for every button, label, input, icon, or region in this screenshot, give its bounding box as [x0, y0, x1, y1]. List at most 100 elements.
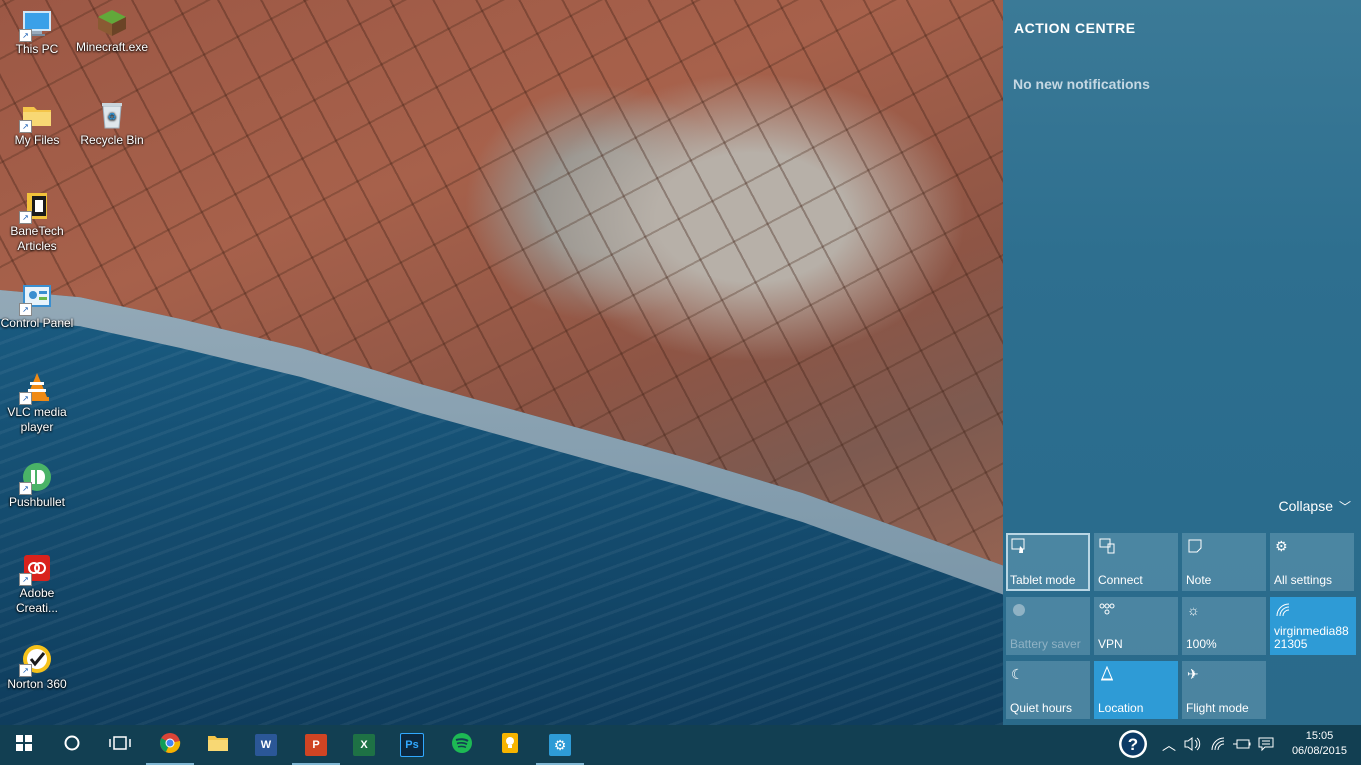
tile-location[interactable]: Location — [1094, 661, 1178, 719]
tile-brightness[interactable]: ☼ 100% — [1182, 597, 1266, 655]
battery-saver-icon — [1011, 602, 1027, 621]
tile-all-settings[interactable]: ⚙ All settings — [1270, 533, 1354, 591]
taskbar-app-word[interactable]: W — [242, 725, 290, 765]
windows-icon — [15, 734, 33, 757]
desktop-icon-vlc[interactable]: ↗ VLC media player — [0, 371, 74, 435]
tile-note[interactable]: Note — [1182, 533, 1266, 591]
desktop-icon-label: BaneTech Articles — [10, 224, 64, 253]
tray-help[interactable]: ? — [1115, 725, 1151, 765]
start-button[interactable] — [0, 725, 48, 765]
tray-show-hidden[interactable]: ︿ — [1159, 725, 1179, 765]
tile-tablet-mode[interactable]: Tablet mode — [1006, 533, 1090, 591]
norton-icon: ↗ — [19, 643, 53, 677]
desktop-icon-this-pc[interactable]: ↗ This PC — [0, 8, 74, 57]
desktop-icon-label: Norton 360 — [7, 677, 67, 691]
airplane-icon: ✈ — [1187, 666, 1199, 682]
computer-icon: ↗ — [19, 8, 53, 42]
moon-icon: ☾ — [1011, 666, 1024, 682]
clock-time: 15:05 — [1305, 730, 1334, 742]
desktop-icon-recycle-bin[interactable]: ♻ Recycle Bin — [75, 99, 149, 148]
notification-icon — [1258, 736, 1274, 755]
taskbar-app-spotify[interactable] — [438, 725, 486, 765]
desktop-icon-norton[interactable]: ↗ Norton 360 — [0, 643, 74, 692]
tile-battery-saver[interactable]: Battery saver — [1006, 597, 1090, 655]
collapse-label: Collapse — [1278, 498, 1333, 514]
desktop-icon-label: Recycle Bin — [80, 133, 144, 147]
gear-icon: ⚙ — [1275, 538, 1288, 554]
desktop-icon-label: Minecraft.exe — [75, 40, 149, 54]
document-icon: ↗ — [19, 190, 53, 224]
brightness-icon: ☼ — [1187, 602, 1200, 618]
tile-label: Connect — [1098, 573, 1143, 587]
search-button[interactable] — [48, 725, 96, 765]
keep-icon — [500, 732, 520, 759]
note-icon — [1187, 538, 1203, 557]
pushbullet-icon: ↗ — [19, 461, 53, 495]
tablet-icon — [1011, 538, 1027, 557]
tray-power[interactable] — [1231, 725, 1253, 765]
desktop-icon-label: This PC — [15, 42, 59, 56]
desktop-icon-label: Pushbullet — [8, 495, 66, 509]
taskbar-app-file-explorer[interactable] — [194, 725, 242, 765]
tray-network[interactable] — [1207, 725, 1229, 765]
tile-label: Quiet hours — [1010, 701, 1073, 715]
connect-icon — [1099, 538, 1115, 557]
taskbar-app-keep[interactable] — [486, 725, 534, 765]
tile-label: All settings — [1274, 573, 1333, 587]
tile-vpn[interactable]: VPN — [1094, 597, 1178, 655]
desktop-icon-label: Control Panel — [0, 316, 74, 330]
wifi-icon — [1275, 602, 1291, 621]
desktop-icon-label: Adobe Creati... — [15, 586, 58, 615]
tile-wifi[interactable]: virginmedia8821305 — [1270, 597, 1356, 655]
taskbar-app-powerpoint[interactable]: P — [292, 725, 340, 765]
tile-label: Tablet mode — [1010, 573, 1076, 587]
task-view-button[interactable] — [96, 725, 144, 765]
svg-text:?: ? — [1128, 735, 1138, 754]
vlc-icon: ↗ — [19, 371, 53, 405]
excel-icon: X — [353, 734, 375, 756]
task-view-icon — [109, 735, 131, 756]
desktop-wallpaper — [0, 0, 1003, 725]
tile-label: Flight mode — [1186, 701, 1249, 715]
action-centre-title: ACTION CENTRE — [1014, 20, 1136, 36]
desktop-icon-minecraft[interactable]: Minecraft.exe — [75, 6, 149, 55]
no-notifications-text: No new notifications — [1013, 76, 1150, 92]
volume-icon — [1184, 736, 1202, 755]
word-icon: W — [255, 734, 277, 756]
desktop-icon-banetech-articles[interactable]: ↗ BaneTech Articles — [0, 190, 74, 254]
taskbar-app-photoshop[interactable]: Ps — [388, 725, 436, 765]
action-centre-panel: ACTION CENTRE No new notifications Colla… — [1003, 0, 1361, 725]
adobe-icon: ↗ — [19, 552, 53, 586]
tile-connect[interactable]: Connect — [1094, 533, 1178, 591]
collapse-button[interactable]: Collapse ﹀ — [1279, 498, 1352, 515]
recycle-bin-icon: ♻ — [96, 99, 128, 131]
tile-quiet-hours[interactable]: ☾ Quiet hours — [1006, 661, 1090, 719]
tile-label: virginmedia8821305 — [1274, 624, 1349, 651]
tile-label: 100% — [1186, 637, 1217, 651]
tile-label: Note — [1186, 573, 1212, 587]
taskbar: W P X Ps ⚙ ? ︿ 15:05 06/08/2015 — [0, 725, 1361, 765]
photoshop-icon: Ps — [400, 733, 424, 757]
tray-volume[interactable] — [1182, 725, 1204, 765]
folder-icon — [207, 733, 229, 758]
taskbar-app-chrome[interactable] — [146, 725, 194, 765]
chevron-up-icon: ︿ — [1162, 737, 1176, 753]
tray-action-centre[interactable] — [1255, 725, 1277, 765]
help-icon: ? — [1118, 729, 1148, 762]
svg-text:♻: ♻ — [108, 112, 117, 123]
desktop-icon-control-panel[interactable]: ↗ Control Panel — [0, 282, 74, 331]
tile-flight-mode[interactable]: ✈ Flight mode — [1182, 661, 1266, 719]
tile-label: Location — [1098, 701, 1144, 715]
taskbar-app-settings[interactable]: ⚙ — [536, 725, 584, 765]
taskbar-clock[interactable]: 15:05 06/08/2015 — [1292, 729, 1347, 759]
desktop-icon-label: VLC media player — [7, 405, 67, 434]
desktop-icon-pushbullet[interactable]: ↗ Pushbullet — [0, 461, 74, 510]
taskbar-app-excel[interactable]: X — [340, 725, 388, 765]
folder-icon: ↗ — [19, 99, 53, 133]
desktop-icon-adobe[interactable]: ↗ Adobe Creati... — [0, 552, 74, 616]
vpn-icon — [1099, 602, 1115, 621]
desktop-icon-label: My Files — [14, 133, 60, 147]
clock-date: 06/08/2015 — [1291, 745, 1347, 757]
desktop-icon-my-files[interactable]: ↗ My Files — [0, 99, 74, 148]
location-icon — [1099, 665, 1115, 685]
